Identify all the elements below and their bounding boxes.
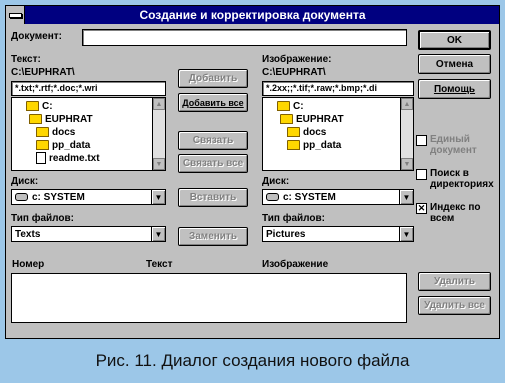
list-item[interactable]: docs — [287, 126, 326, 138]
text-panel-label: Текст: — [11, 54, 41, 65]
column-header-image: Изображение — [262, 259, 329, 270]
folder-open-icon — [277, 101, 290, 111]
delete-all-button[interactable]: Удалить все — [418, 296, 491, 315]
chevron-down-icon[interactable]: ▼ — [399, 227, 413, 241]
create-document-dialog: Создание и корректировка документа Докум… — [5, 5, 500, 339]
image-path: C:\EUPHRAT\ — [262, 67, 326, 78]
insert-button[interactable]: Вставить — [178, 188, 248, 207]
link-all-button[interactable]: Связать все — [178, 154, 248, 173]
folder-icon — [36, 140, 49, 150]
text-filetype-select[interactable]: Texts ▼ — [11, 226, 166, 242]
folder-open-icon — [280, 114, 293, 124]
replace-button[interactable]: Заменить — [178, 227, 248, 246]
image-disk-select[interactable]: c: SYSTEM ▼ — [262, 189, 414, 205]
image-directory-list[interactable]: C: EUPHRAT docs pp_data ▲ ▼ — [262, 97, 414, 171]
chevron-down-icon[interactable]: ▼ — [151, 227, 165, 241]
list-item[interactable]: C: — [277, 100, 304, 112]
image-filetype-label: Тип файлов: — [262, 213, 325, 224]
links-list[interactable] — [11, 273, 407, 323]
column-header-number: Номер — [12, 259, 45, 270]
window-title: Создание и корректировка документа — [139, 8, 366, 22]
add-all-button[interactable]: Добавить все — [178, 93, 248, 112]
scroll-down-icon[interactable]: ▼ — [153, 158, 165, 170]
drive-icon — [15, 193, 28, 201]
scroll-up-icon[interactable]: ▲ — [401, 98, 413, 110]
search-directories-checkbox[interactable]: Поиск в директориях — [416, 168, 496, 190]
delete-button[interactable]: Удалить — [418, 272, 491, 291]
image-filter-input[interactable]: *.2xx;;*.tif;*.raw;*.bmp;*.di — [262, 81, 414, 96]
checked-mark-icon: ✕ — [416, 203, 427, 214]
image-list-scrollbar[interactable]: ▲ ▼ — [400, 98, 413, 170]
list-item[interactable]: C: — [26, 100, 53, 112]
folder-open-icon — [26, 101, 39, 111]
text-filetype-label: Тип файлов: — [11, 213, 74, 224]
folder-icon — [287, 127, 300, 137]
column-header-text: Текст — [146, 259, 173, 270]
title-bar[interactable]: Создание и корректировка документа — [6, 6, 499, 24]
chevron-down-icon[interactable]: ▼ — [399, 190, 413, 204]
document-label: Документ: — [11, 31, 63, 42]
figure-frame: Создание и корректировка документа Докум… — [0, 0, 505, 383]
link-button[interactable]: Связать — [178, 131, 248, 150]
text-disk-select[interactable]: c: SYSTEM ▼ — [11, 189, 166, 205]
list-item[interactable]: pp_data — [287, 139, 341, 151]
file-icon — [36, 152, 46, 164]
index-all-checkbox[interactable]: ✕ Индекс по всем — [416, 202, 496, 224]
figure-caption: Рис. 11. Диалог создания нового файла — [0, 339, 505, 383]
list-item[interactable]: pp_data — [36, 139, 90, 151]
text-directory-list[interactable]: C: EUPHRAT docs pp_data readme.txt ▲ ▼ — [11, 97, 166, 171]
text-disk-label: Диск: — [11, 176, 39, 187]
scroll-up-icon[interactable]: ▲ — [153, 98, 165, 110]
folder-icon — [287, 140, 300, 150]
text-path: C:\EUPHRAT\ — [11, 67, 75, 78]
add-button[interactable]: Добавить — [178, 69, 248, 88]
image-disk-label: Диск: — [262, 176, 290, 187]
chevron-down-icon[interactable]: ▼ — [151, 190, 165, 204]
image-panel-label: Изображение: — [262, 54, 332, 65]
list-item[interactable]: EUPHRAT — [29, 113, 93, 125]
single-document-checkbox[interactable]: Единый документ — [416, 134, 496, 156]
list-item[interactable]: readme.txt — [36, 152, 100, 164]
image-filetype-select[interactable]: Pictures ▼ — [262, 226, 414, 242]
cancel-button[interactable]: Отмена — [418, 54, 491, 74]
list-item[interactable]: EUPHRAT — [280, 113, 344, 125]
text-filter-input[interactable]: *.txt;*.rtf;*.doc;*.wri — [11, 81, 166, 96]
document-field[interactable] — [82, 29, 407, 46]
scroll-down-icon[interactable]: ▼ — [401, 158, 413, 170]
text-list-scrollbar[interactable]: ▲ ▼ — [152, 98, 165, 170]
list-item[interactable]: docs — [36, 126, 75, 138]
folder-icon — [36, 127, 49, 137]
help-button[interactable]: Помощь — [418, 79, 491, 99]
ok-button[interactable]: OK — [418, 30, 491, 50]
drive-icon — [266, 193, 279, 201]
system-menu-icon[interactable] — [6, 6, 25, 24]
folder-open-icon — [29, 114, 42, 124]
